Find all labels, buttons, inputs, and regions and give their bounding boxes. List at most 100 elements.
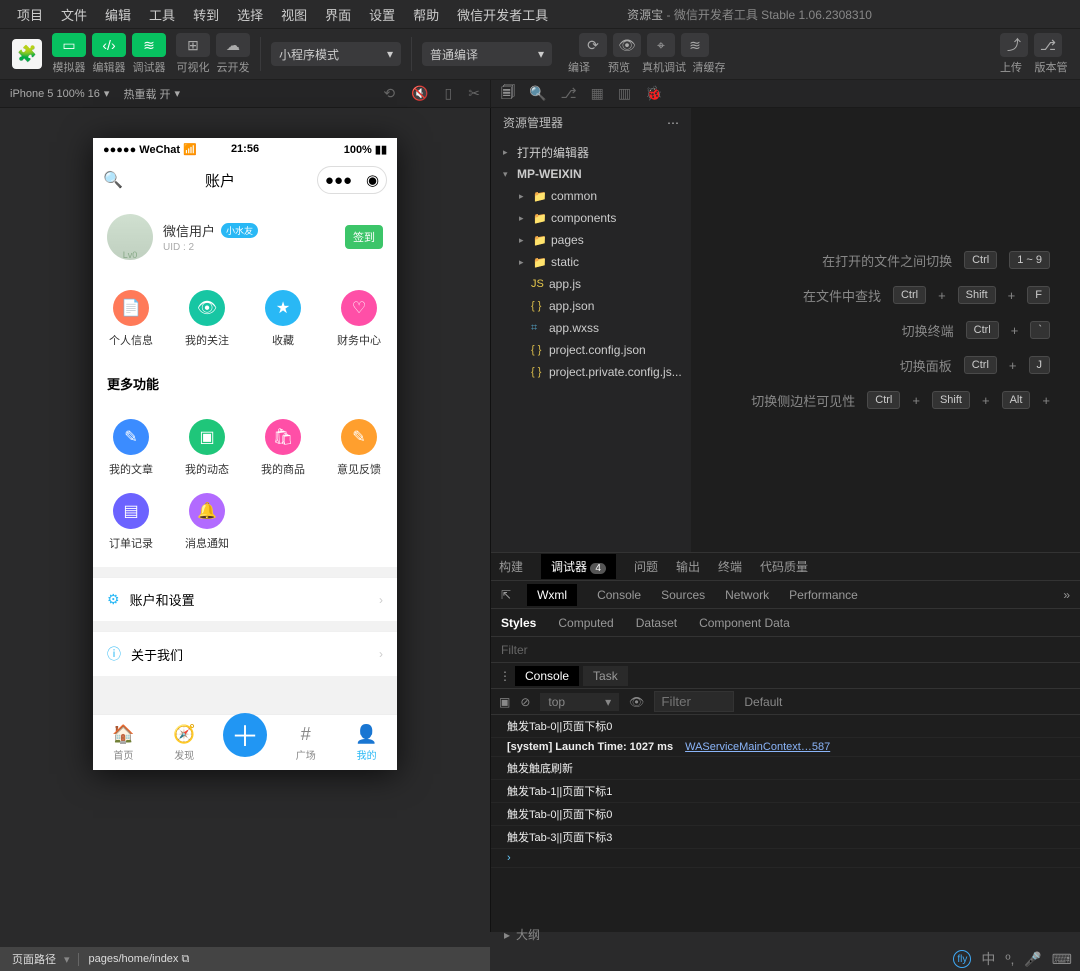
cut-icon[interactable]: ✂ xyxy=(468,85,480,102)
tree-open-editors[interactable]: ▸打开的编辑器 xyxy=(491,141,691,163)
grid-item[interactable]: 🔔消息通知 xyxy=(169,485,245,559)
tab-dataset[interactable]: Dataset xyxy=(636,616,677,630)
clear-icon[interactable]: ⊘ xyxy=(520,695,530,709)
toggle-debugger[interactable]: ≋ xyxy=(132,33,166,57)
tab-debugger[interactable]: 调试器 4 xyxy=(541,554,616,579)
grid-item[interactable]: ▣我的动态 xyxy=(169,411,245,485)
tree-folder[interactable]: ▸📁common xyxy=(491,185,691,207)
mic-icon[interactable]: 🎤 xyxy=(1024,951,1041,968)
log-link[interactable]: WAServiceMainContext…587 xyxy=(685,741,830,753)
menu-select[interactable]: 选择 xyxy=(228,5,272,24)
mode-select[interactable]: 小程序模式▾ xyxy=(271,42,401,66)
files-icon[interactable]: 🗐 xyxy=(501,82,515,106)
real-debug-button[interactable]: ⌖ xyxy=(647,33,675,57)
menu-project[interactable]: 项目 xyxy=(8,5,52,24)
bug-icon[interactable]: 🐞 xyxy=(645,85,662,102)
tab-compdata[interactable]: Component Data xyxy=(699,616,790,630)
ime-icon[interactable]: 中 xyxy=(981,949,995,969)
tree-folder[interactable]: ▸📁components xyxy=(491,207,691,229)
compile-mode-select[interactable]: 普通编译▾ xyxy=(422,42,552,66)
grid-item[interactable]: ✎我的文章 xyxy=(93,411,169,485)
list-item[interactable]: ⚙账户和设置› xyxy=(93,577,397,621)
level-default[interactable]: Default xyxy=(744,695,782,709)
drawer-more-icon[interactable]: ⋮ xyxy=(499,669,511,683)
capsule[interactable]: ●●●◉ xyxy=(317,166,387,194)
menu-edit[interactable]: 编辑 xyxy=(96,5,140,24)
toggle-simulator[interactable]: ▭ xyxy=(52,33,86,57)
tree-file[interactable]: { }project.private.config.js... xyxy=(491,361,691,383)
more-icon[interactable]: ⋯ xyxy=(667,116,679,130)
tabs-more-icon[interactable]: » xyxy=(1063,588,1070,602)
inspect-icon[interactable]: ⇱ xyxy=(501,588,511,602)
tree-file[interactable]: { }project.config.json xyxy=(491,339,691,361)
tab-wxml[interactable]: Wxml xyxy=(527,584,577,606)
toggle-cloud[interactable]: ☁ xyxy=(216,33,250,57)
tab-terminal[interactable]: 终端 xyxy=(718,558,742,575)
toggle-editor[interactable]: ‹/› xyxy=(92,33,126,57)
tab-styles[interactable]: Styles xyxy=(501,616,536,630)
tab-problems[interactable]: 问题 xyxy=(634,558,658,575)
punct-icon[interactable]: º, xyxy=(1005,951,1014,967)
ext-icon[interactable]: ▦ xyxy=(591,85,604,102)
kb-icon[interactable]: ⌨ xyxy=(1052,951,1072,968)
signin-button[interactable]: 签到 xyxy=(345,225,383,249)
drawer-console[interactable]: Console xyxy=(515,666,579,686)
tab-console[interactable]: Console xyxy=(597,588,641,602)
tab-performance[interactable]: Performance xyxy=(789,588,858,602)
tree-file[interactable]: { }app.json xyxy=(491,295,691,317)
tree-file[interactable]: JSapp.js xyxy=(491,273,691,295)
preview-button[interactable]: 👁 xyxy=(613,33,641,57)
db-icon[interactable]: ▥ xyxy=(618,85,631,102)
git-icon[interactable]: ⎇ xyxy=(560,85,576,102)
tab-item[interactable]: 🧭发现 xyxy=(154,724,215,762)
menu-help[interactable]: 帮助 xyxy=(404,5,448,24)
menu-file[interactable]: 文件 xyxy=(52,5,96,24)
tab-lint[interactable]: 代码质量 xyxy=(760,558,808,575)
toggle-visual[interactable]: ⊞ xyxy=(176,33,210,57)
search-icon[interactable]: 🔍 xyxy=(529,85,546,102)
outline-header[interactable]: ▸大纲 xyxy=(494,922,550,947)
page-path[interactable]: pages/home/index ⧉ xyxy=(78,953,190,966)
console-filter[interactable] xyxy=(654,691,734,712)
tab-item[interactable]: 🏠首页 xyxy=(93,724,154,762)
rotate-icon[interactable]: ⟲ xyxy=(383,85,395,102)
hotreload-select[interactable]: 热重载 开▾ xyxy=(123,86,180,102)
menu-tool[interactable]: 工具 xyxy=(140,5,184,24)
drawer-task[interactable]: Task xyxy=(583,666,628,686)
tab-computed[interactable]: Computed xyxy=(558,616,613,630)
grid-item[interactable]: 👁我的关注 xyxy=(169,282,245,356)
sidebar-icon[interactable]: ▣ xyxy=(499,695,510,709)
grid-item[interactable]: 🛍我的商品 xyxy=(245,411,321,485)
tab-sources[interactable]: Sources xyxy=(661,588,705,602)
menu-settings[interactable]: 设置 xyxy=(360,5,404,24)
tree-folder[interactable]: ▸📁static xyxy=(491,251,691,273)
upload-button[interactable]: ⤴ xyxy=(1000,33,1028,57)
grid-item[interactable]: ▤订单记录 xyxy=(93,485,169,559)
tree-folder[interactable]: ▸📁pages xyxy=(491,229,691,251)
tree-file[interactable]: ⌗app.wxss xyxy=(491,317,691,339)
ifly-icon[interactable]: fly xyxy=(953,950,971,968)
grid-item[interactable]: ★收藏 xyxy=(245,282,321,356)
tab-item[interactable]: 👤我的 xyxy=(336,724,397,762)
menu-wx[interactable]: 微信开发者工具 xyxy=(448,5,557,24)
profile-card[interactable]: Lv0 微信用户小水友 UID : 2 签到 xyxy=(93,200,397,274)
compile-button[interactable]: ⟳ xyxy=(579,33,607,57)
menu-view[interactable]: 视图 xyxy=(272,5,316,24)
tab-build[interactable]: 构建 xyxy=(499,558,523,575)
tree-project[interactable]: ▾MP-WEIXIN xyxy=(491,163,691,185)
grid-item[interactable]: ✎意见反馈 xyxy=(321,411,397,485)
menu-ui[interactable]: 界面 xyxy=(316,5,360,24)
menu-goto[interactable]: 转到 xyxy=(184,5,228,24)
device-select[interactable]: iPhone 5 100% 16▾ xyxy=(10,87,109,100)
tab-output[interactable]: 输出 xyxy=(676,558,700,575)
fab-add[interactable]: ＋ xyxy=(223,713,267,757)
context-select[interactable]: top▾ xyxy=(540,693,619,711)
list-item[interactable]: ⓘ关于我们› xyxy=(93,631,397,676)
grid-item[interactable]: ♡财务中心 xyxy=(321,282,397,356)
grid-item[interactable]: 📄个人信息 xyxy=(93,282,169,356)
tab-network[interactable]: Network xyxy=(725,588,769,602)
eye-icon[interactable]: 👁 xyxy=(629,695,644,709)
project-logo[interactable]: 🧩 xyxy=(12,39,42,69)
search-icon[interactable]: 🔍 xyxy=(103,170,123,190)
phone-icon[interactable]: ▯ xyxy=(445,85,453,102)
